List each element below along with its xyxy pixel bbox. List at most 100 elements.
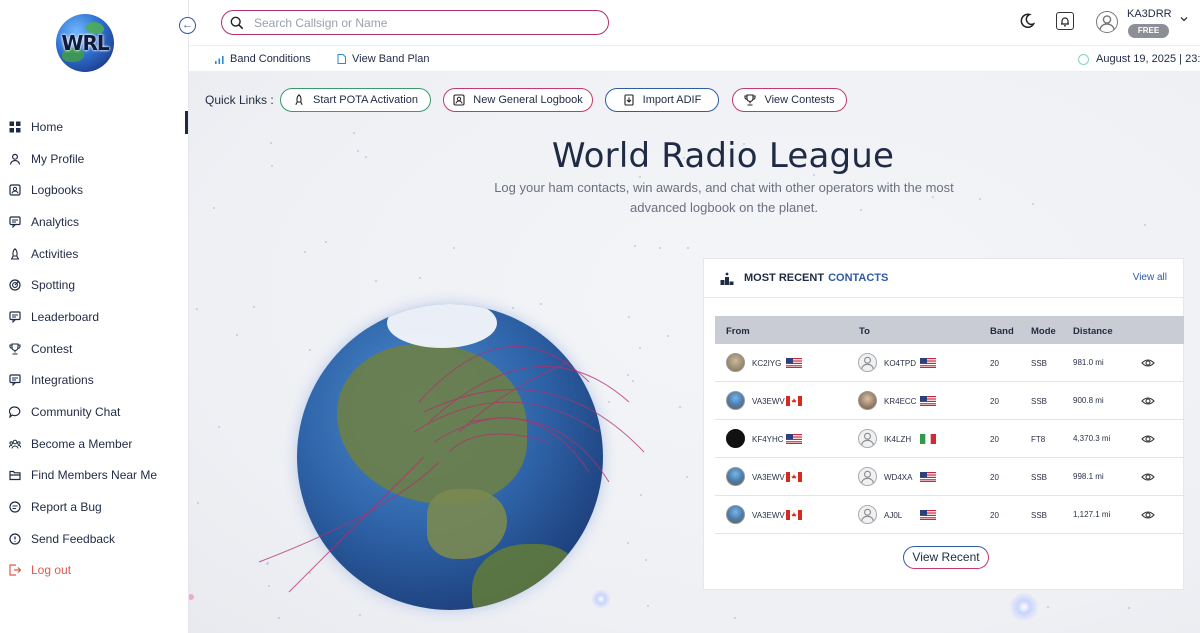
analytics-icon bbox=[9, 216, 21, 228]
from-callsign[interactable]: KF4YHC bbox=[752, 435, 784, 444]
sidebar-item-analytics[interactable]: Analytics bbox=[0, 206, 185, 238]
to-avatar[interactable] bbox=[858, 429, 877, 448]
col-from: From bbox=[726, 326, 750, 337]
table-row[interactable]: KF4YHC IK4LZH 20 FT8 4,370.3 mi bbox=[715, 420, 1184, 458]
distance-cell: 998.1 mi bbox=[1073, 472, 1104, 481]
wrl-logo[interactable]: WRL bbox=[56, 14, 114, 72]
search-input[interactable] bbox=[254, 15, 584, 30]
table-row[interactable]: KC2IYG KO4TPD 20 SSB 981.0 mi bbox=[715, 344, 1184, 382]
main-content: Quick Links : Start POTA Activation New … bbox=[189, 72, 1200, 633]
subbar: Band Conditions View Band Plan August 19… bbox=[189, 45, 1200, 72]
sidebar-item-label: Spotting bbox=[31, 278, 76, 293]
to-callsign[interactable]: IK4LZH bbox=[884, 435, 911, 444]
import-icon bbox=[624, 94, 634, 106]
new-general-logbook-button[interactable]: New General Logbook bbox=[443, 88, 593, 112]
table-row[interactable]: VA3EWV WD4XA 20 SSB 998.1 mi bbox=[715, 458, 1184, 496]
table-row[interactable]: VA3EWV KR4ECC 20 SSB 900.8 mi bbox=[715, 382, 1184, 420]
from-avatar[interactable] bbox=[726, 467, 745, 486]
from-avatar[interactable] bbox=[726, 429, 745, 448]
sidebar-item-spotting[interactable]: Spotting bbox=[0, 269, 185, 301]
sidebar-item-become-a-member[interactable]: Become a Member bbox=[0, 428, 185, 460]
eye-icon[interactable] bbox=[1141, 394, 1155, 408]
sidebar-item-contest[interactable]: Contest bbox=[0, 333, 185, 365]
to-callsign[interactable]: KR4ECC bbox=[884, 397, 916, 406]
us-flag-icon bbox=[786, 434, 802, 444]
star bbox=[271, 165, 273, 167]
to-avatar[interactable] bbox=[858, 353, 877, 372]
recent-contacts-card: MOST RECENT CONTACTS View all From To Ba… bbox=[703, 258, 1184, 590]
collapse-sidebar-button[interactable]: ← bbox=[179, 17, 196, 34]
distance-cell: 4,370.3 mi bbox=[1073, 434, 1111, 443]
us-flag-icon bbox=[786, 358, 802, 368]
band-conditions-link[interactable]: Band Conditions bbox=[215, 53, 311, 65]
moon-icon[interactable] bbox=[1019, 13, 1035, 29]
to-callsign[interactable]: KO4TPD bbox=[884, 359, 916, 368]
chevron-down-icon[interactable] bbox=[1180, 15, 1188, 23]
sidebar-item-report-a-bug[interactable]: Report a Bug bbox=[0, 491, 185, 523]
search-box[interactable] bbox=[221, 10, 609, 35]
us-flag-icon bbox=[920, 358, 936, 368]
view-recent-button[interactable]: View Recent bbox=[903, 546, 989, 569]
sidebar-item-my-profile[interactable]: My Profile bbox=[0, 143, 185, 175]
ca-flag-icon bbox=[786, 510, 802, 520]
user-avatar[interactable] bbox=[1096, 11, 1118, 33]
sidebar-item-label: Log out bbox=[31, 563, 72, 578]
to-avatar[interactable] bbox=[858, 505, 877, 524]
to-callsign[interactable]: AJ0L bbox=[884, 511, 902, 520]
distance-cell: 981.0 mi bbox=[1073, 358, 1104, 367]
col-distance: Distance bbox=[1073, 326, 1113, 337]
eye-icon[interactable] bbox=[1141, 508, 1155, 522]
leaderboard-icon bbox=[9, 311, 21, 323]
sidebar-nav: Home My Profile Logbooks Analytics Activitie… bbox=[0, 111, 185, 586]
sidebar-item-label: Home bbox=[31, 119, 64, 134]
sidebar-item-integrations[interactable]: Integrations bbox=[0, 365, 185, 397]
sidebar-item-send-feedback[interactable]: Send Feedback bbox=[0, 523, 185, 555]
datetime: August 19, 2025 | 23:57: bbox=[1078, 53, 1200, 65]
start-pota-label: Start POTA Activation bbox=[313, 94, 418, 106]
from-avatar[interactable] bbox=[726, 353, 745, 372]
view-band-plan-link[interactable]: View Band Plan bbox=[337, 53, 429, 65]
view-all-link[interactable]: View all bbox=[1133, 272, 1167, 283]
to-callsign[interactable]: WD4XA bbox=[884, 473, 912, 482]
podium-icon bbox=[720, 272, 734, 285]
eye-icon[interactable] bbox=[1141, 470, 1155, 484]
user-callsign[interactable]: KA3DRR bbox=[1127, 8, 1172, 20]
star bbox=[357, 150, 359, 152]
from-avatar[interactable] bbox=[726, 505, 745, 524]
table-header: From To Band Mode Distance bbox=[715, 316, 1184, 344]
to-avatar[interactable] bbox=[858, 391, 877, 410]
sidebar-item-label: Analytics bbox=[31, 214, 80, 229]
from-avatar[interactable] bbox=[726, 391, 745, 410]
band-cell: 20 bbox=[990, 397, 999, 406]
table-row[interactable]: VA3EWV AJ0L 20 SSB 1,127.1 mi bbox=[715, 496, 1184, 534]
to-avatar[interactable] bbox=[858, 467, 877, 486]
sidebar-item-log-out[interactable]: Log out bbox=[0, 555, 185, 587]
sidebar-item-leaderboard[interactable]: Leaderboard bbox=[0, 301, 185, 333]
star bbox=[453, 247, 455, 249]
eye-icon[interactable] bbox=[1141, 432, 1155, 446]
contact-arcs bbox=[258, 346, 645, 593]
sidebar-item-home[interactable]: Home bbox=[0, 111, 185, 143]
eye-icon[interactable] bbox=[1141, 356, 1155, 370]
card-title-part1: MOST RECENT bbox=[744, 272, 825, 284]
notifications-button[interactable] bbox=[1056, 12, 1074, 30]
start-pota-activation-button[interactable]: Start POTA Activation bbox=[280, 88, 431, 112]
view-contests-button[interactable]: View Contests bbox=[732, 88, 847, 112]
from-callsign[interactable]: VA3EWV bbox=[752, 397, 785, 406]
ca-flag-icon bbox=[786, 396, 802, 406]
sidebar-item-community-chat[interactable]: Community Chat bbox=[0, 396, 185, 428]
sidebar-item-label: Contest bbox=[31, 341, 73, 356]
mode-cell: SSB bbox=[1031, 473, 1048, 482]
trophy-icon bbox=[9, 343, 21, 355]
import-adif-button[interactable]: Import ADIF bbox=[605, 88, 719, 112]
sidebar-item-activities[interactable]: Activities bbox=[0, 238, 185, 270]
band-cell: 20 bbox=[990, 473, 999, 482]
star bbox=[213, 207, 215, 209]
sidebar-item-logbooks[interactable]: Logbooks bbox=[0, 174, 185, 206]
from-callsign[interactable]: KC2IYG bbox=[752, 359, 781, 368]
members-icon bbox=[9, 438, 21, 450]
from-callsign[interactable]: VA3EWV bbox=[752, 473, 785, 482]
from-callsign[interactable]: VA3EWV bbox=[752, 511, 785, 520]
distance-cell: 900.8 mi bbox=[1073, 396, 1104, 405]
sidebar-item-find-members-near-me[interactable]: Find Members Near Me bbox=[0, 460, 185, 492]
